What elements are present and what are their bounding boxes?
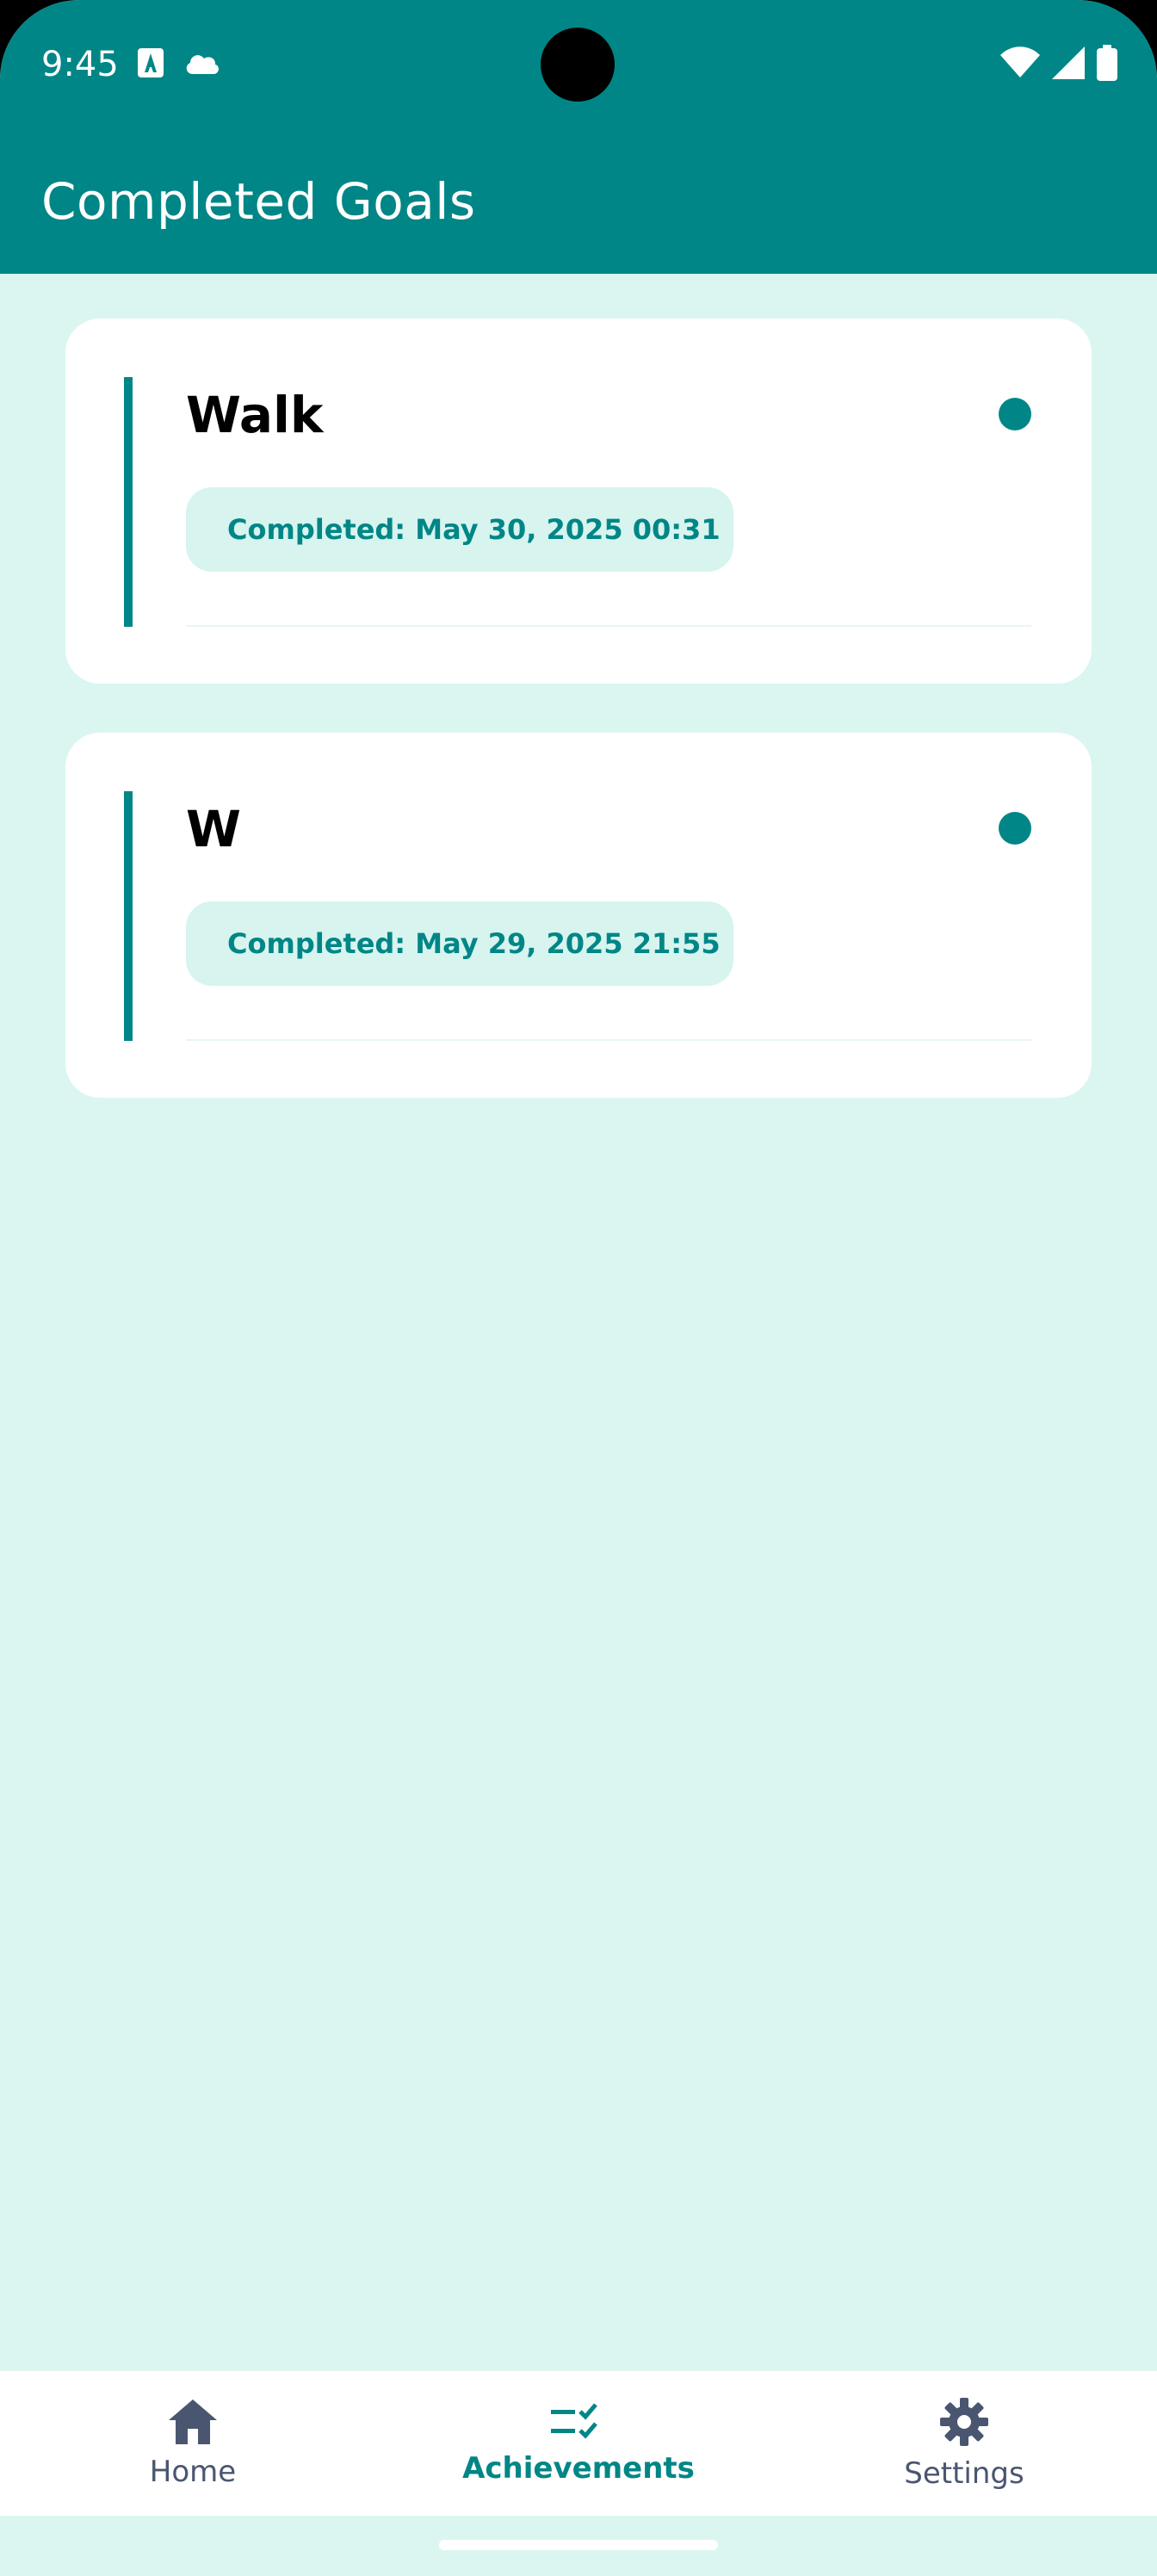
status-right-icons [1000,45,1117,81]
goal-accent-bar [124,377,133,627]
nav-label-achievements: Achievements [462,2451,695,2486]
nav-label-home: Home [149,2455,237,2489]
completed-date-badge: Completed: May 29, 2025 21:55 [186,901,733,986]
card-divider [186,1039,1031,1041]
goal-title: Walk [186,386,324,444]
gesture-handle[interactable] [439,2540,718,2550]
bottom-navigation: Home Achievements Settings [0,2369,1157,2516]
goal-title: W [186,800,241,858]
card-divider [186,625,1031,627]
wifi-icon [1000,46,1040,77]
status-time: 9:45 [41,45,119,84]
app-screen: 9:45 Completed Goals Walk Completed: May… [0,0,1157,2576]
nav-item-home[interactable]: Home [77,2371,308,2516]
signal-icon [1052,46,1085,79]
battery-icon [1097,45,1117,81]
checklist-icon [551,2403,597,2439]
cloud-icon [186,55,219,74]
goal-accent-bar [124,791,133,1041]
completed-date-badge: Completed: May 30, 2025 00:31 [186,487,733,572]
camera-cutout [541,28,615,102]
home-icon [169,2400,217,2444]
status-left-icons [138,48,220,77]
nav-item-achievements[interactable]: Achievements [430,2371,727,2516]
status-dot-icon [999,398,1031,430]
goal-card[interactable]: Walk Completed: May 30, 2025 00:31 [65,319,1092,684]
top-app-bar: 9:45 Completed Goals [0,0,1157,274]
gear-icon [940,2398,988,2446]
nav-item-settings[interactable]: Settings [849,2371,1080,2516]
status-dot-icon [999,812,1031,845]
nav-label-settings: Settings [904,2456,1024,2491]
accessibility-a-icon [138,48,164,77]
goal-card[interactable]: W Completed: May 29, 2025 21:55 [65,733,1092,1098]
page-title: Completed Goals [41,172,476,231]
